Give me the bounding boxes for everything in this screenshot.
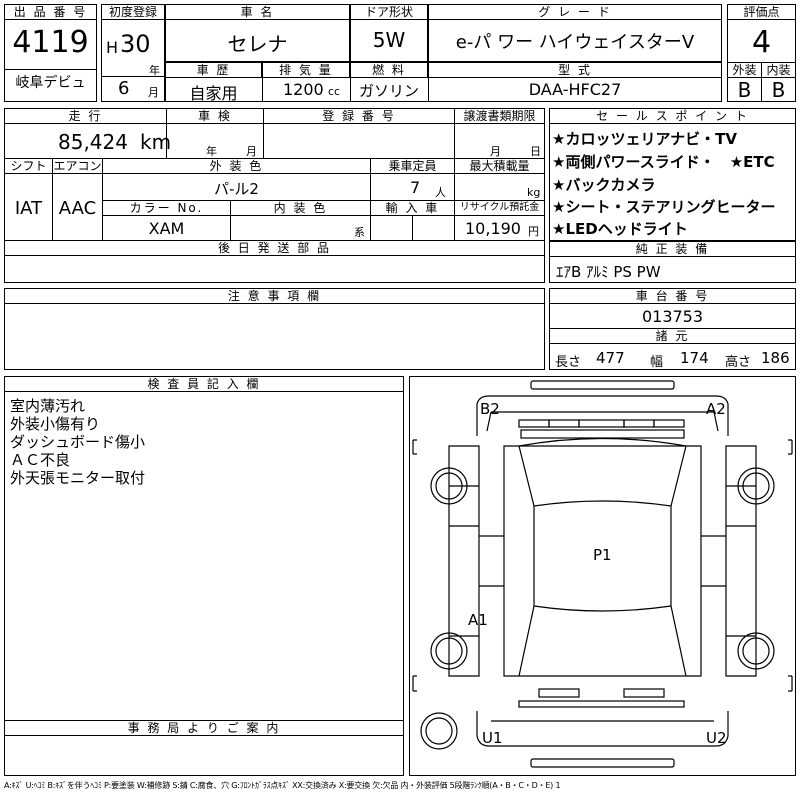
height: 186 [761, 349, 790, 367]
first-reg-year: 30 [120, 30, 151, 58]
length: 477 [596, 349, 625, 367]
exterior-color: パ-ル2 [214, 180, 259, 198]
first-reg-month: 6 [118, 78, 130, 99]
history: 自家用 [189, 84, 238, 103]
color-number: XAM [148, 219, 185, 238]
displacement: 1200 [283, 80, 324, 99]
first-reg-label: 初度登録 [101, 4, 165, 20]
capacity: 7 [410, 178, 421, 197]
sales-point-3: ★バックカメラ [552, 176, 656, 194]
lot-number: 4119 [12, 25, 89, 60]
sales-point-1: ★カロッツェリアナビ・TV [552, 130, 737, 148]
damage-a1: A1 [468, 611, 488, 629]
damage-u1: U1 [482, 729, 503, 747]
car-diagram [412, 380, 793, 768]
damage-u2: U2 [706, 729, 727, 747]
damage-p1: P1 [593, 546, 612, 564]
air-con: AAC [58, 198, 97, 219]
sales-point-4: ★シート・ステアリングヒーター [552, 198, 776, 216]
damage-a2: A2 [706, 400, 726, 418]
chassis-number: 013753 [641, 307, 704, 326]
score: 4 [751, 25, 772, 60]
venue: 岐阜デビュ [15, 75, 86, 91]
interior-grade: B [771, 78, 786, 102]
shift: IAT [14, 198, 43, 219]
lot-label: 出 品 番 号 [4, 4, 97, 20]
door-type: 5W [372, 28, 406, 52]
legend: A:ｷｽﾞ U:ﾍｺﾐ B:ｷｽﾞを伴うﾍｺﾐ P:要塗装 W:補修跡 S:錆 … [4, 781, 561, 790]
fuel: ガソリン [358, 82, 419, 100]
sales-point-5: ★LEDヘッドライト [552, 220, 688, 238]
mileage: 85,424 [58, 130, 128, 154]
era: H [106, 38, 119, 57]
exterior-grade: B [737, 78, 752, 102]
width: 174 [680, 349, 709, 367]
grade: e-パ ワー ハイウェイスターV [455, 32, 695, 53]
inspector-line-5: 外天張モニター取付 [10, 469, 146, 487]
recycle-deposit: 10,190 [465, 219, 521, 238]
model: DAA-HFC27 [528, 80, 622, 99]
sales-point-2: ★両側パワースライド・ ★ETC [552, 153, 775, 171]
damage-b2: B2 [480, 400, 500, 418]
equipment: ｴｱB ｱﾙﾐ PS PW [556, 263, 661, 281]
car-name: セレナ [227, 32, 288, 56]
